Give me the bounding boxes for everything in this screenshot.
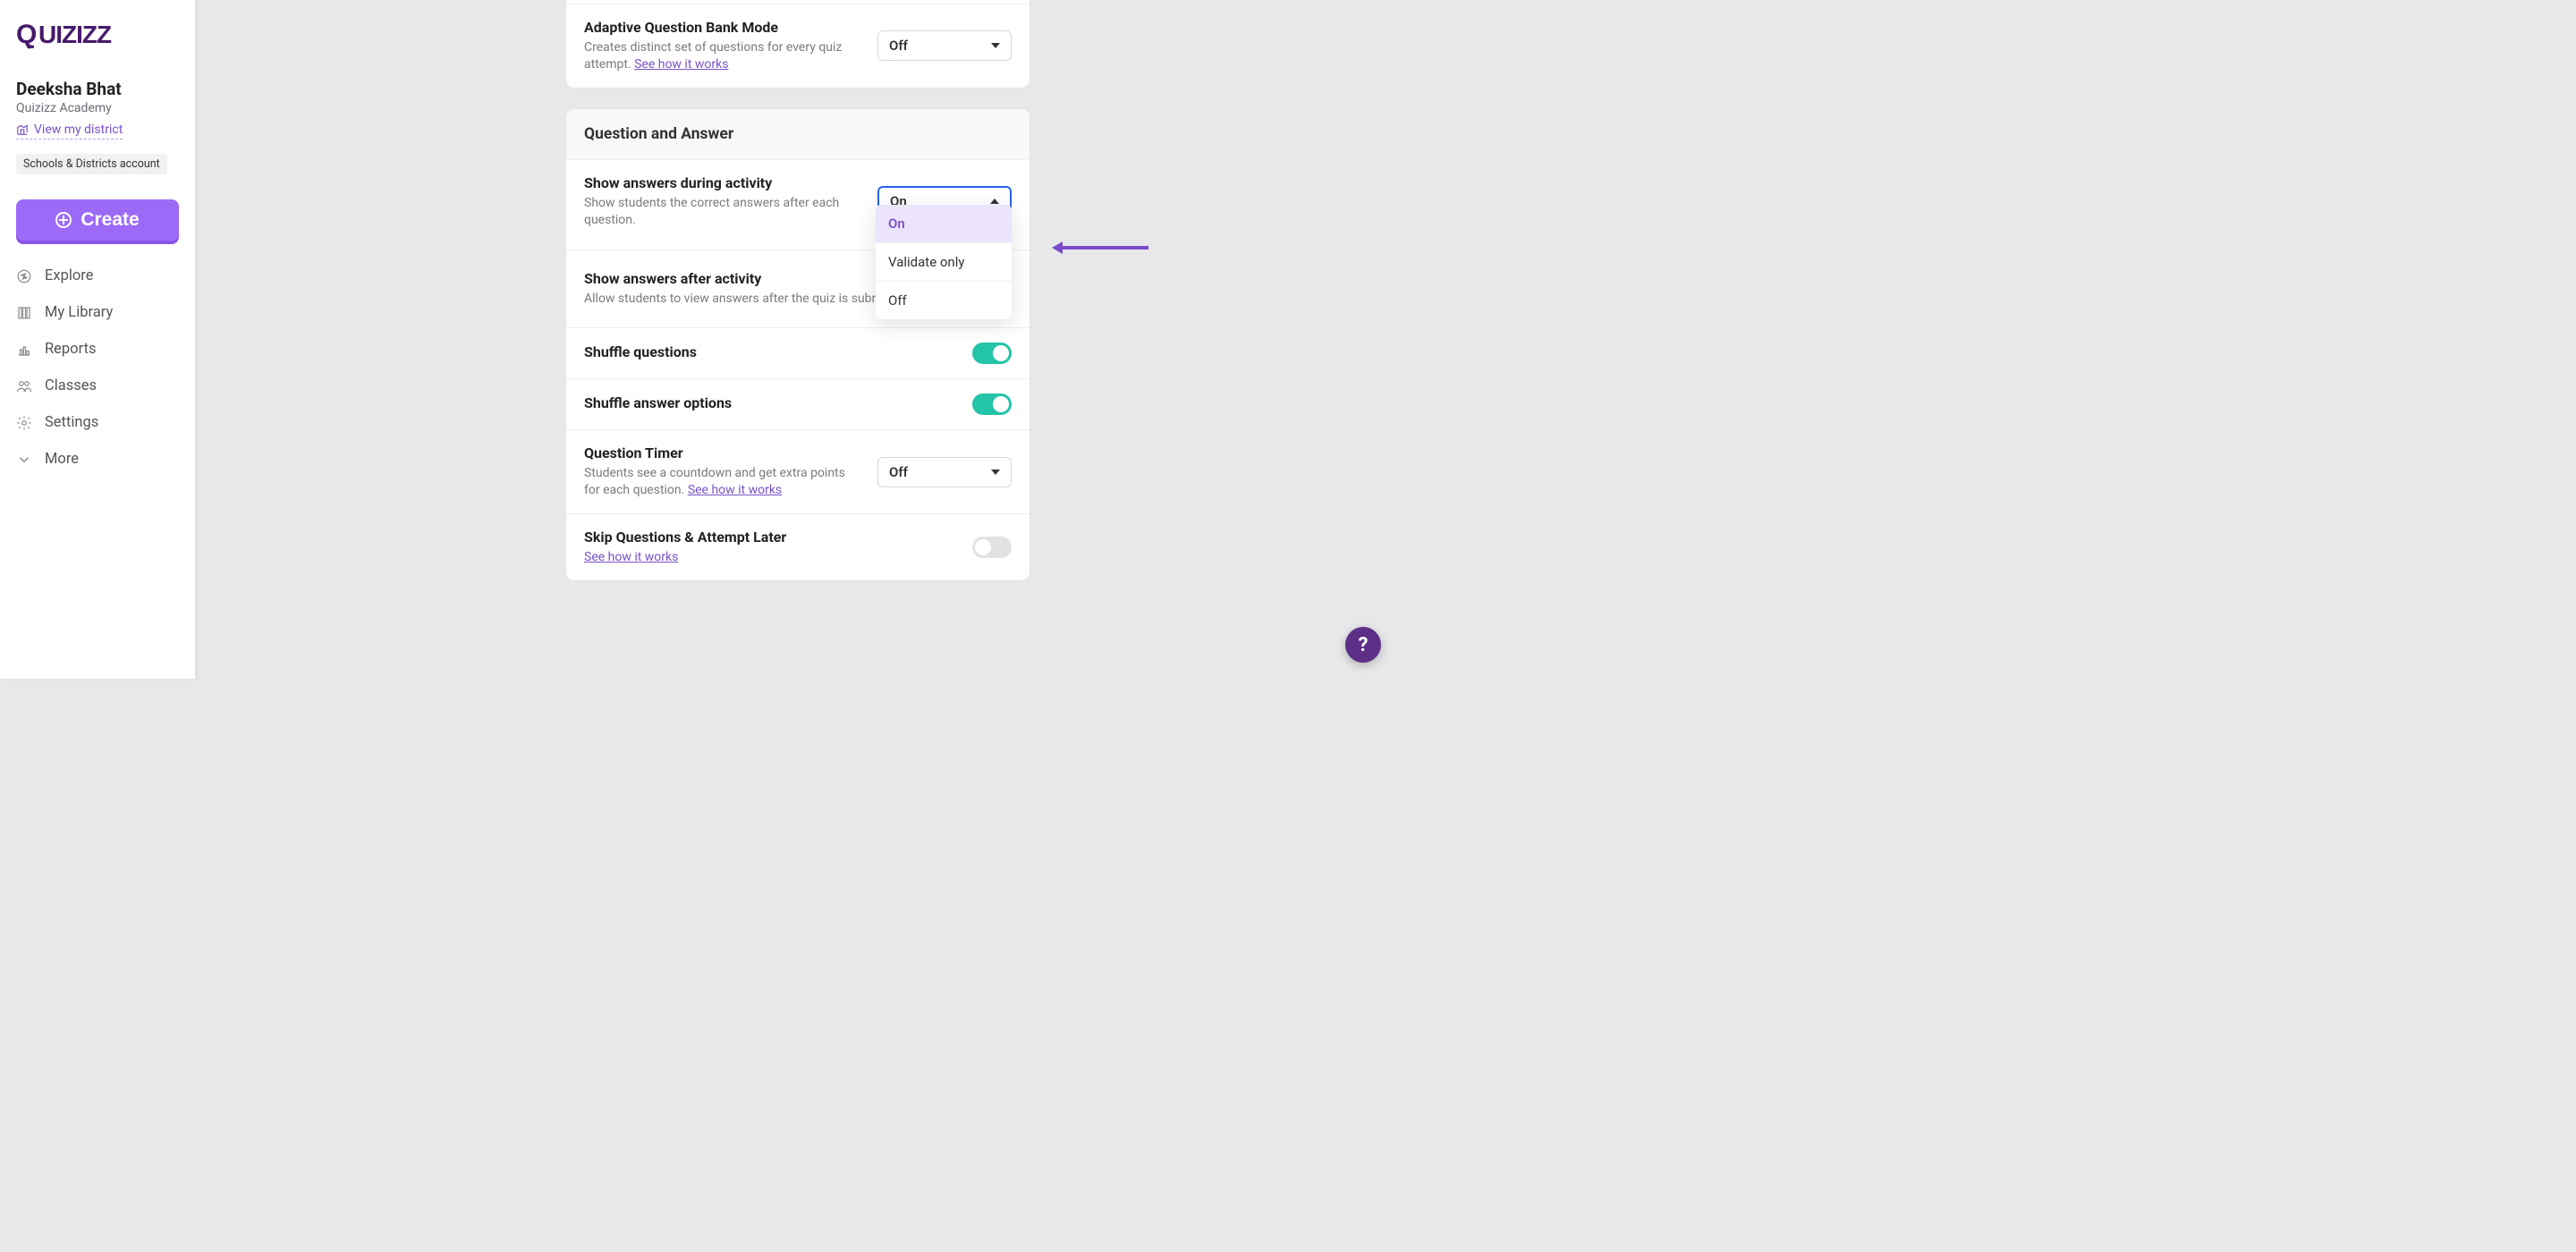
content-area: improve accuracy. Adaptive Question Bank… — [208, 0, 1397, 679]
show-during-dropdown-menu: On Validate only Off — [876, 205, 1012, 319]
annotation-arrow — [1052, 241, 1148, 254]
help-icon: ? — [1359, 634, 1368, 656]
sidebar-item-label: Explore — [45, 267, 93, 284]
caret-up-icon — [990, 199, 999, 204]
sidebar-nav: Explore My Library Reports Classes Setti… — [16, 267, 179, 468]
dropdown-option-validate[interactable]: Validate only — [876, 243, 1012, 282]
shuffle-a-toggle[interactable] — [972, 393, 1012, 415]
row-shuffle-questions: Shuffle questions — [566, 328, 1030, 379]
adaptive-link[interactable]: See how it works — [634, 57, 728, 72]
sidebar-item-label: Settings — [45, 414, 98, 431]
row-skip-questions: Skip Questions & Attempt Later See how i… — [566, 514, 1030, 580]
user-academy: Quizizz Academy — [16, 101, 179, 115]
settings-card-top: improve accuracy. Adaptive Question Bank… — [565, 0, 1030, 89]
sidebar: Q UIZIZZ Deeksha Bhat Quizizz Academy Vi… — [0, 0, 195, 679]
timer-link[interactable]: See how it works — [688, 483, 782, 497]
account-type-badge: Schools & Districts account — [16, 154, 167, 174]
qa-section-title: Question and Answer — [566, 109, 1030, 160]
brand-logo: Q UIZIZZ — [16, 16, 179, 54]
classes-icon — [16, 378, 32, 394]
dropdown-option-off[interactable]: Off — [876, 282, 1012, 319]
plus-icon — [55, 212, 72, 228]
row-adaptive: Adaptive Question Bank Mode Creates dist… — [566, 4, 1030, 88]
chevron-down-icon — [16, 452, 32, 468]
row-shuffle-answers: Shuffle answer options — [566, 379, 1030, 430]
sidebar-item-label: My Library — [45, 304, 113, 321]
shuffle-q-title: Shuffle questions — [584, 343, 958, 360]
chart-icon — [16, 342, 32, 358]
timer-desc: Students see a countdown and get extra p… — [584, 465, 863, 499]
sidebar-item-settings[interactable]: Settings — [16, 414, 179, 431]
caret-down-icon — [991, 470, 1000, 475]
row-question-timer: Question Timer Students see a countdown … — [566, 430, 1030, 514]
user-name: Deeksha Bhat — [16, 79, 179, 99]
settings-card-qa: Question and Answer Show answers during … — [565, 108, 1030, 581]
create-button[interactable]: Create — [16, 199, 179, 241]
adaptive-dropdown[interactable]: Off — [877, 30, 1012, 61]
adaptive-title: Adaptive Question Bank Mode — [584, 19, 863, 36]
sidebar-item-label: Classes — [45, 377, 97, 394]
dropdown-option-on[interactable]: On — [876, 205, 1012, 243]
view-district-label: View my district — [34, 123, 123, 137]
skip-link[interactable]: See how it works — [584, 550, 678, 564]
help-fab[interactable]: ? — [1345, 627, 1381, 663]
caret-down-icon — [991, 43, 1000, 48]
sidebar-item-classes[interactable]: Classes — [16, 377, 179, 394]
library-icon — [16, 305, 32, 321]
skip-toggle[interactable] — [972, 537, 1012, 558]
show-during-title: Show answers during activity — [584, 174, 863, 191]
sidebar-item-label: More — [45, 451, 79, 468]
quizizz-logo-icon: Q UIZIZZ — [16, 16, 147, 50]
compass-icon — [16, 268, 32, 284]
svg-text:Q: Q — [16, 20, 37, 49]
create-button-label: Create — [80, 209, 139, 231]
timer-dropdown-value: Off — [889, 464, 908, 480]
skip-title: Skip Questions & Attempt Later — [584, 529, 958, 546]
timer-dropdown[interactable]: Off — [877, 457, 1012, 487]
sidebar-item-reports[interactable]: Reports — [16, 341, 179, 358]
row-show-answers-during: Show answers during activity Show studen… — [566, 160, 1030, 251]
show-during-desc: Show students the correct answers after … — [584, 195, 863, 229]
sidebar-item-label: Reports — [45, 341, 97, 358]
adaptive-dropdown-value: Off — [889, 38, 908, 54]
sidebar-item-my-library[interactable]: My Library — [16, 304, 179, 321]
user-block: Deeksha Bhat Quizizz Academy View my dis… — [16, 79, 179, 174]
svg-text:UIZIZZ: UIZIZZ — [38, 21, 112, 48]
sidebar-item-explore[interactable]: Explore — [16, 267, 179, 284]
district-icon — [16, 123, 29, 136]
adaptive-desc: Creates distinct set of questions for ev… — [584, 39, 863, 73]
sidebar-item-more[interactable]: More — [16, 451, 179, 468]
timer-title: Question Timer — [584, 444, 863, 461]
settings-panel: improve accuracy. Adaptive Question Bank… — [565, 0, 1030, 601]
gear-icon — [16, 415, 32, 431]
shuffle-q-toggle[interactable] — [972, 343, 1012, 364]
view-district-link[interactable]: View my district — [16, 123, 123, 140]
shuffle-a-title: Shuffle answer options — [584, 394, 958, 411]
